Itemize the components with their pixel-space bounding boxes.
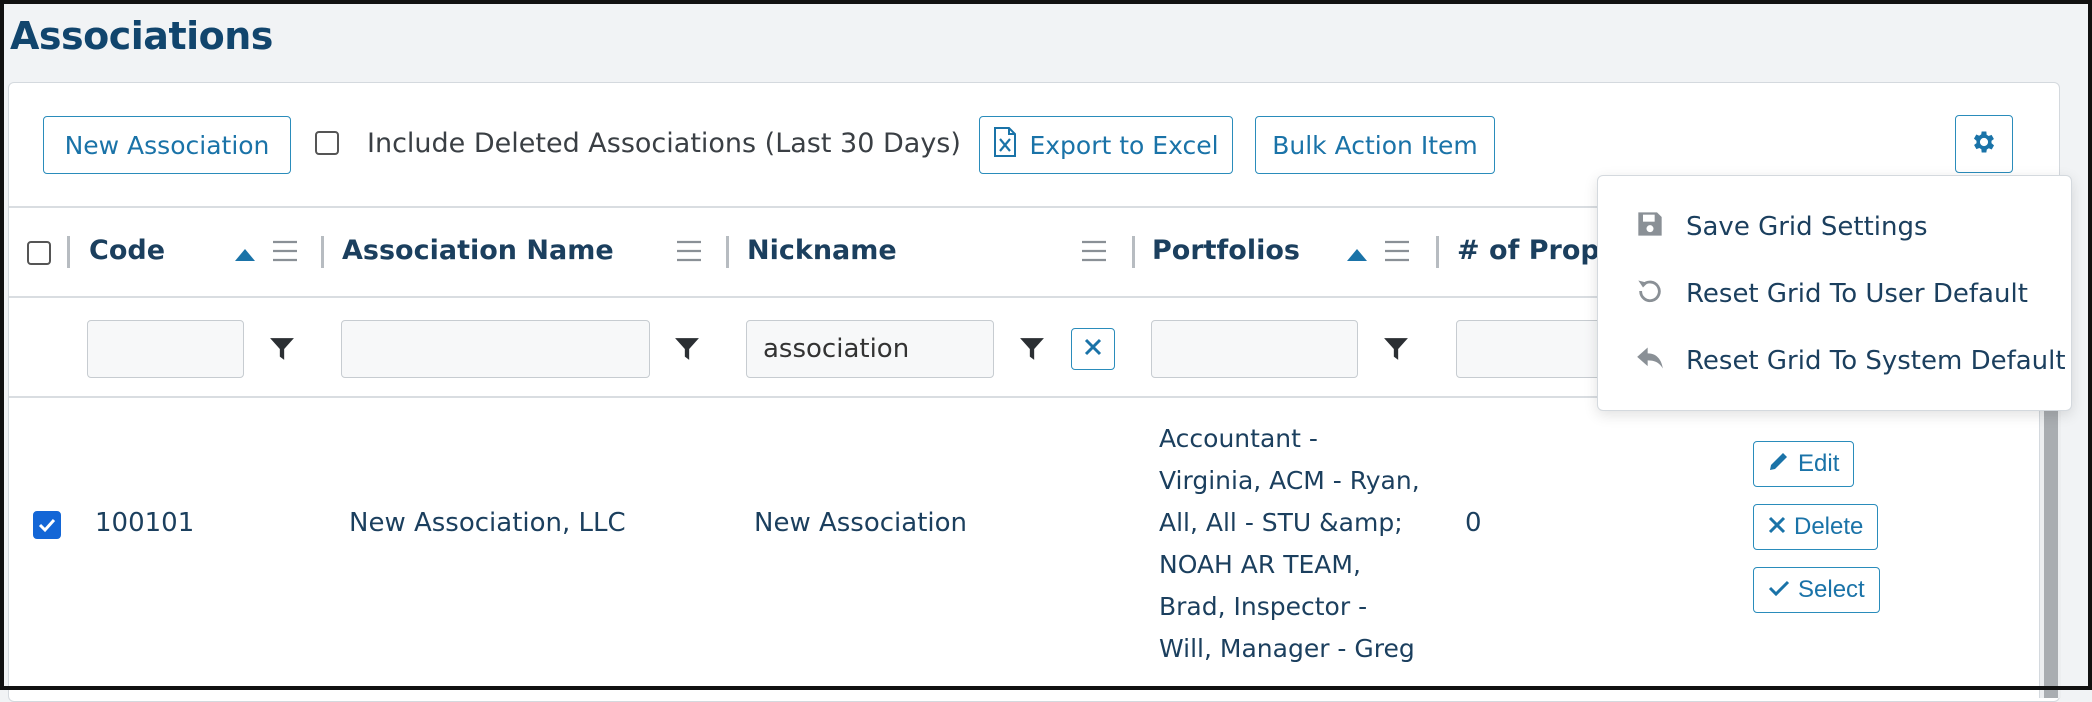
vertical-scrollbar[interactable] <box>2039 398 2061 698</box>
portfolio-line: All, All - STU &amp; <box>1159 508 1403 537</box>
menu-item-label: Save Grid Settings <box>1686 212 1928 242</box>
column-separator <box>726 236 729 268</box>
column-separator <box>67 236 70 268</box>
column-separator <box>1436 236 1439 268</box>
grid-settings-menu: Save Grid Settings Reset Grid To User De… <box>1597 175 2072 411</box>
cell-portfolios: Accountant - Virginia, ACM - Ryan, All, … <box>1159 418 1439 670</box>
cell-association-name: New Association, LLC <box>349 508 626 538</box>
cell-nickname: New Association <box>754 508 968 538</box>
menu-item-reset-user-default[interactable]: Reset Grid To User Default <box>1636 270 2028 318</box>
portfolios-filter-input[interactable] <box>1151 320 1358 378</box>
association-name-filter-input[interactable] <box>341 320 650 378</box>
edit-label: Edit <box>1798 450 1840 477</box>
column-menu-icon[interactable] <box>1385 240 1409 266</box>
new-association-button[interactable]: New Association <box>43 116 291 174</box>
filter-funnel-icon[interactable] <box>674 336 700 366</box>
sort-ascending-icon[interactable] <box>235 246 255 265</box>
select-label: Select <box>1798 576 1865 603</box>
cell-num-properties: 0 <box>1465 508 1482 538</box>
check-icon <box>1768 576 1790 604</box>
include-deleted-checkbox[interactable] <box>315 131 339 155</box>
nickname-filter-input[interactable] <box>746 320 994 378</box>
delete-label: Delete <box>1794 513 1864 540</box>
export-excel-button[interactable]: Export to Excel <box>979 116 1233 174</box>
gear-icon <box>1970 128 1998 160</box>
menu-item-reset-system-default[interactable]: Reset Grid To System Default <box>1636 337 2066 385</box>
column-header-nickname[interactable]: Nickname <box>747 235 897 266</box>
column-menu-icon[interactable] <box>273 240 297 266</box>
column-separator <box>321 236 324 268</box>
bulk-action-button[interactable]: Bulk Action Item <box>1255 116 1495 174</box>
scrollbar-thumb[interactable] <box>2044 398 2058 698</box>
grid-settings-button[interactable] <box>1955 115 2013 173</box>
code-filter-input[interactable] <box>87 320 244 378</box>
table-row: 100101 New Association, LLC New Associat… <box>9 398 2059 698</box>
portfolio-line: Brad, Inspector - <box>1159 592 1368 621</box>
floppy-disk-icon <box>1636 210 1664 245</box>
menu-item-label: Reset Grid To User Default <box>1686 279 2028 309</box>
column-header-code[interactable]: Code <box>89 235 165 266</box>
column-separator <box>1132 236 1135 268</box>
cell-code: 100101 <box>95 508 195 538</box>
pencil-icon <box>1768 450 1790 479</box>
menu-item-label: Reset Grid To System Default <box>1686 346 2066 376</box>
page-title: Associations <box>10 14 273 58</box>
select-all-checkbox[interactable] <box>27 241 51 265</box>
filter-funnel-icon[interactable] <box>269 336 295 366</box>
delete-button[interactable]: Delete <box>1753 504 1879 550</box>
portfolio-line: Accountant - <box>1159 424 1318 453</box>
column-menu-icon[interactable] <box>1082 240 1106 266</box>
portfolio-line: Virginia, ACM - Ryan, <box>1159 466 1420 495</box>
filter-funnel-icon[interactable] <box>1019 336 1045 366</box>
filter-funnel-icon[interactable] <box>1383 336 1409 366</box>
clear-filter-button[interactable] <box>1071 328 1115 370</box>
edit-button[interactable]: Edit <box>1753 441 1855 487</box>
column-header-association-name[interactable]: Association Name <box>342 235 614 266</box>
row-select-checkbox[interactable] <box>33 511 61 539</box>
export-excel-label: Export to Excel <box>1029 130 1219 160</box>
column-menu-icon[interactable] <box>677 240 701 266</box>
sort-ascending-icon[interactable] <box>1347 246 1367 265</box>
column-header-num-properties[interactable]: # of Prope <box>1457 235 1618 266</box>
column-header-portfolios[interactable]: Portfolios <box>1152 235 1300 266</box>
include-deleted-label: Include Deleted Associations (Last 30 Da… <box>367 128 961 159</box>
close-icon <box>1768 513 1786 541</box>
close-icon <box>1083 337 1103 361</box>
portfolio-line: NOAH AR TEAM, <box>1159 550 1361 579</box>
portfolio-line: Will, Manager - Greg <box>1159 634 1415 663</box>
select-button[interactable]: Select <box>1753 567 1880 613</box>
excel-file-icon <box>993 127 1017 163</box>
reset-arrow-icon <box>1636 277 1664 312</box>
menu-item-save-grid-settings[interactable]: Save Grid Settings <box>1636 203 1928 251</box>
reply-arrow-icon <box>1636 346 1664 377</box>
